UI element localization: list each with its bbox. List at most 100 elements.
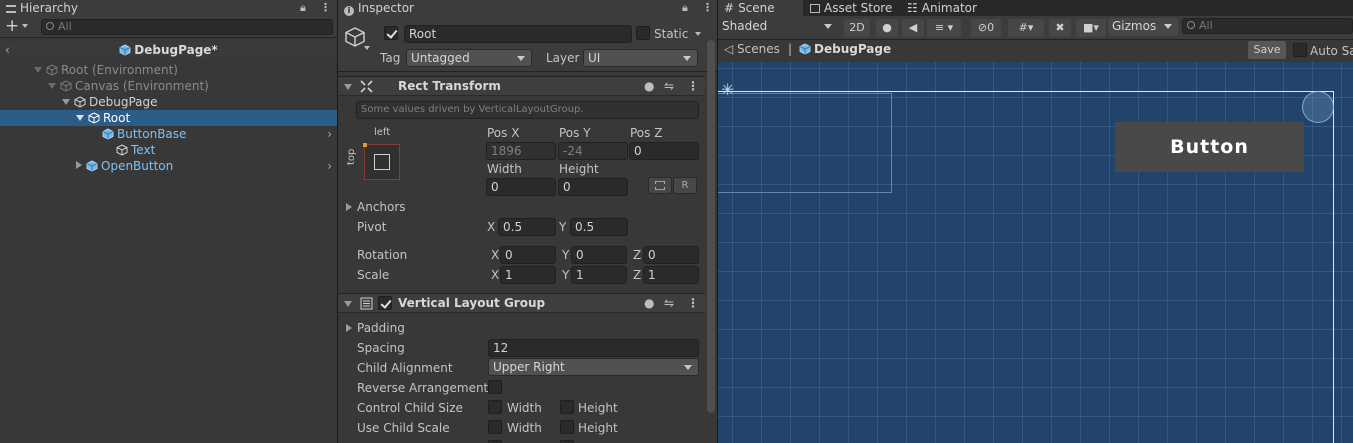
- static-checkbox[interactable]: [636, 26, 650, 40]
- help-icon[interactable]: ●: [644, 78, 654, 94]
- anchor-presets-button[interactable]: [363, 143, 400, 180]
- hierarchy-row-buttonbase[interactable]: ButtonBase ›: [0, 126, 337, 142]
- more-menu-icon[interactable]: ⋮: [702, 0, 713, 16]
- component-enabled-checkbox[interactable]: [378, 296, 392, 310]
- pos-y-field[interactable]: -24: [558, 142, 628, 160]
- active-checkbox[interactable]: [384, 26, 398, 40]
- audio-toggle[interactable]: ◀: [902, 19, 924, 37]
- control-width-checkbox[interactable]: [488, 400, 502, 414]
- tab-inspector[interactable]: i Inspector: [338, 0, 717, 16]
- vertical-layout-group-header[interactable]: Vertical Layout Group ● ⇋ ⋮: [338, 293, 705, 313]
- inspector-scrollbar[interactable]: [707, 40, 715, 413]
- tab-animator[interactable]: ☷ Animator: [901, 0, 991, 16]
- expand-arrow-icon[interactable]: [62, 99, 70, 105]
- layer-dropdown[interactable]: UI: [583, 49, 698, 67]
- 2d-mode-toggle[interactable]: 2D: [844, 19, 870, 37]
- scene-search-input[interactable]: All: [1182, 18, 1353, 34]
- hierarchy-toolbar: + All: [0, 16, 337, 38]
- component-menu-icon[interactable]: ⋮: [687, 295, 699, 311]
- fold-arrow-icon[interactable]: [344, 301, 352, 307]
- breadcrumb-debugpage[interactable]: DebugPage: [799, 41, 891, 57]
- reverse-arrangement-checkbox[interactable]: [488, 380, 502, 394]
- hierarchy-row-debugpage[interactable]: DebugPage: [0, 94, 337, 110]
- grid-hash-icon: #: [724, 1, 735, 15]
- add-dropdown-icon[interactable]: [22, 24, 28, 28]
- scale-width-checkbox[interactable]: [488, 420, 502, 434]
- tab-asset-store[interactable]: Asset Store: [804, 0, 900, 16]
- collapsed-arrow-icon[interactable]: [76, 161, 82, 169]
- reverse-arrangement-label: Reverse Arrangement: [357, 381, 489, 395]
- rotation-y-field[interactable]: 0: [571, 246, 627, 264]
- anchors-label: Anchors: [357, 200, 406, 214]
- open-prefab-arrow-icon[interactable]: ›: [327, 126, 332, 142]
- control-height-checkbox[interactable]: [560, 400, 574, 414]
- padding-fold-arrow-icon[interactable]: [346, 324, 352, 332]
- lighting-toggle[interactable]: ●: [876, 19, 898, 37]
- open-prefab-arrow-icon[interactable]: ›: [327, 158, 332, 174]
- object-header: Root Static Tag Untagged Layer UI: [338, 16, 717, 72]
- info-icon: i: [344, 6, 354, 16]
- expand-arrow-icon[interactable]: [76, 115, 84, 121]
- use-child-scale-label: Use Child Scale: [357, 421, 450, 435]
- component-menu-icon[interactable]: ⋮: [687, 78, 699, 94]
- gizmos-dropdown[interactable]: Gizmos: [1108, 18, 1178, 36]
- rect-transform-header[interactable]: Rect Transform ● ⇋ ⋮: [338, 76, 705, 96]
- hidden-objects-toggle[interactable]: ⊘0: [971, 19, 1001, 37]
- breadcrumb-scenes[interactable]: ◁ Scenes: [724, 41, 780, 57]
- tab-scene[interactable]: # Scene: [718, 0, 803, 16]
- tools-toggle[interactable]: ✖: [1049, 19, 1071, 37]
- preset-icon[interactable]: ⇋: [664, 295, 674, 311]
- add-icon[interactable]: +: [5, 16, 19, 36]
- icon-dropdown-icon[interactable]: [364, 46, 370, 50]
- rotation-z-field[interactable]: 0: [643, 246, 699, 264]
- raw-edit-button[interactable]: R: [673, 177, 697, 194]
- width-field[interactable]: 0: [486, 178, 556, 196]
- static-dropdown-icon[interactable]: [695, 32, 701, 36]
- effects-dropdown[interactable]: ≡ ▾: [927, 19, 961, 37]
- tab-hierarchy[interactable]: Hierarchy: [0, 0, 337, 16]
- hierarchy-row-root-environment[interactable]: Root (Environment): [0, 62, 337, 78]
- preset-icon[interactable]: ⇋: [664, 78, 674, 94]
- tag-dropdown[interactable]: Untagged: [406, 49, 532, 67]
- blueprint-mode-button[interactable]: [648, 177, 672, 194]
- pivot-x-field[interactable]: 0.5: [498, 218, 556, 236]
- scale-height-checkbox[interactable]: [560, 420, 574, 434]
- rotation-x-field[interactable]: 0: [500, 246, 556, 264]
- more-menu-icon[interactable]: ⋮: [320, 0, 331, 16]
- anchors-fold-arrow-icon[interactable]: [346, 203, 352, 211]
- auto-save-checkbox[interactable]: [1293, 43, 1307, 57]
- object-name-field[interactable]: Root: [404, 25, 632, 43]
- scene-button-preview[interactable]: Button: [1115, 122, 1304, 172]
- lock-icon[interactable]: 🔒︎: [682, 0, 688, 16]
- shading-mode-dropdown[interactable]: Shaded: [718, 18, 838, 36]
- height-field[interactable]: 0: [558, 178, 628, 196]
- hierarchy-row-text[interactable]: Text: [0, 142, 337, 158]
- hierarchy-search-input[interactable]: All: [41, 19, 333, 35]
- save-button[interactable]: Save: [1248, 41, 1286, 59]
- back-arrow-icon[interactable]: ‹: [5, 42, 10, 58]
- hierarchy-panel: Hierarchy 🔒︎ ⋮ + All ‹ DebugPage* Root (…: [0, 0, 337, 443]
- fold-arrow-icon[interactable]: [344, 84, 352, 90]
- scale-width-label: Width: [507, 421, 542, 435]
- pivot-y-field[interactable]: 0.5: [570, 218, 628, 236]
- help-icon[interactable]: ●: [644, 295, 654, 311]
- scale-height-label: Height: [578, 421, 618, 435]
- pos-x-field[interactable]: 1896: [486, 142, 556, 160]
- rect-pivot-handle[interactable]: [1302, 91, 1334, 123]
- camera-dropdown[interactable]: ■▾: [1076, 19, 1106, 37]
- expand-arrow-icon[interactable]: [48, 83, 56, 89]
- spacing-field[interactable]: 12: [488, 339, 699, 357]
- scene-viewport[interactable]: ✳ Button: [718, 62, 1353, 443]
- lock-icon[interactable]: 🔒︎: [300, 0, 306, 16]
- rotation-x-axis-label: X: [491, 248, 500, 262]
- hierarchy-row-openbutton[interactable]: OpenButton ›: [0, 158, 337, 174]
- scale-z-field[interactable]: 1: [643, 266, 699, 284]
- expand-arrow-icon[interactable]: [34, 67, 42, 73]
- scale-y-field[interactable]: 1: [571, 266, 627, 284]
- pos-z-field[interactable]: 0: [629, 142, 699, 160]
- grid-dropdown[interactable]: #▾: [1008, 19, 1044, 37]
- scale-x-field[interactable]: 1: [500, 266, 556, 284]
- hierarchy-row-root[interactable]: Root: [0, 110, 337, 126]
- child-alignment-dropdown[interactable]: Upper Right: [488, 358, 699, 376]
- hierarchy-row-canvas-environment[interactable]: Canvas (Environment): [0, 78, 337, 94]
